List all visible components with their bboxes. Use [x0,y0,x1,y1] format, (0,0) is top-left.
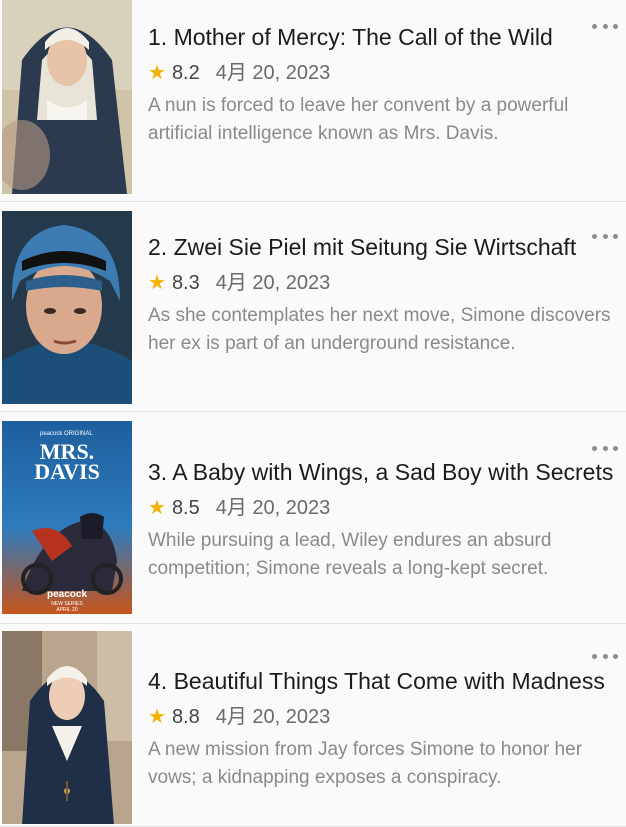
nun-portrait-image [2,0,132,194]
episode-thumbnail[interactable] [2,0,132,194]
episode-title[interactable]: 4. Beautiful Things That Come with Madne… [148,666,618,696]
episode-rating: 8.3 [171,272,200,294]
episode-title[interactable]: 2. Zwei Sie Piel mit Seitung Sie Wirtsch… [148,232,618,262]
episode-title[interactable]: 1. Mother of Mercy: The Call of the Wild [148,22,618,52]
episode-meta: ★ 8.2 4月 20, 2023 [148,60,620,86]
episode-meta: ★ 8.5 4月 20, 2023 [148,495,620,521]
poster-title-line2: DAVIS [34,459,100,484]
episode-text: 3. A Baby with Wings, a Sad Boy with Sec… [148,457,620,583]
star-icon: ★ [148,706,166,728]
poster-brand-top: peacock ORIGINAL [40,431,93,437]
episode-text: 1. Mother of Mercy: The Call of the Wild… [148,22,620,148]
episode-rating: 8.2 [171,62,200,84]
star-icon: ★ [148,62,166,84]
episode-date: 4月 20, 2023 [215,62,331,84]
star-icon: ★ [148,272,166,294]
episode-list: 1. Mother of Mercy: The Call of the Wild… [0,0,626,827]
episode-row[interactable]: 2. Zwei Sie Piel mit Seitung Sie Wirtsch… [0,202,626,412]
episode-description: A nun is forced to leave her convent by … [148,95,569,144]
more-options-icon[interactable] [588,18,622,34]
star-icon: ★ [148,497,166,519]
episode-date: 4月 20, 2023 [215,497,331,519]
episode-description: While pursuing a lead, Wiley endures an … [148,530,552,579]
nun-street-image [2,631,132,824]
episode-title[interactable]: 3. A Baby with Wings, a Sad Boy with Sec… [148,457,618,487]
episode-row[interactable]: peacock ORIGINAL MRS. DAVIS peacock NEW … [0,412,626,624]
episode-meta: ★ 8.3 4月 20, 2023 [148,270,620,296]
more-options-icon[interactable] [588,228,622,244]
episode-thumbnail[interactable] [2,211,132,404]
episode-row[interactable]: 4. Beautiful Things That Come with Madne… [0,624,626,827]
episode-text: 2. Zwei Sie Piel mit Seitung Sie Wirtsch… [148,232,620,358]
episode-thumbnail[interactable]: peacock ORIGINAL MRS. DAVIS peacock NEW … [2,421,132,614]
episode-date: 4月 20, 2023 [215,272,331,294]
poster-brand-bottom: peacock [47,589,87,600]
episode-rating: 8.5 [171,497,200,519]
episode-description: As she contemplates her next move, Simon… [148,305,611,354]
episode-text: 4. Beautiful Things That Come with Madne… [148,666,620,792]
episode-rating: 8.8 [171,706,200,728]
more-options-icon[interactable] [588,440,622,456]
series-poster-image: peacock ORIGINAL MRS. DAVIS peacock NEW … [2,421,132,614]
episode-date: 4月 20, 2023 [215,706,331,728]
episode-description: A new mission from Jay forces Simone to … [148,739,583,788]
more-options-icon[interactable] [588,648,622,664]
episode-row[interactable]: 1. Mother of Mercy: The Call of the Wild… [0,0,626,202]
poster-tagline-2: APRIL 20 [56,607,77,613]
episode-meta: ★ 8.8 4月 20, 2023 [148,704,620,730]
helmet-rider-image [2,211,132,404]
episode-thumbnail[interactable] [2,631,132,824]
